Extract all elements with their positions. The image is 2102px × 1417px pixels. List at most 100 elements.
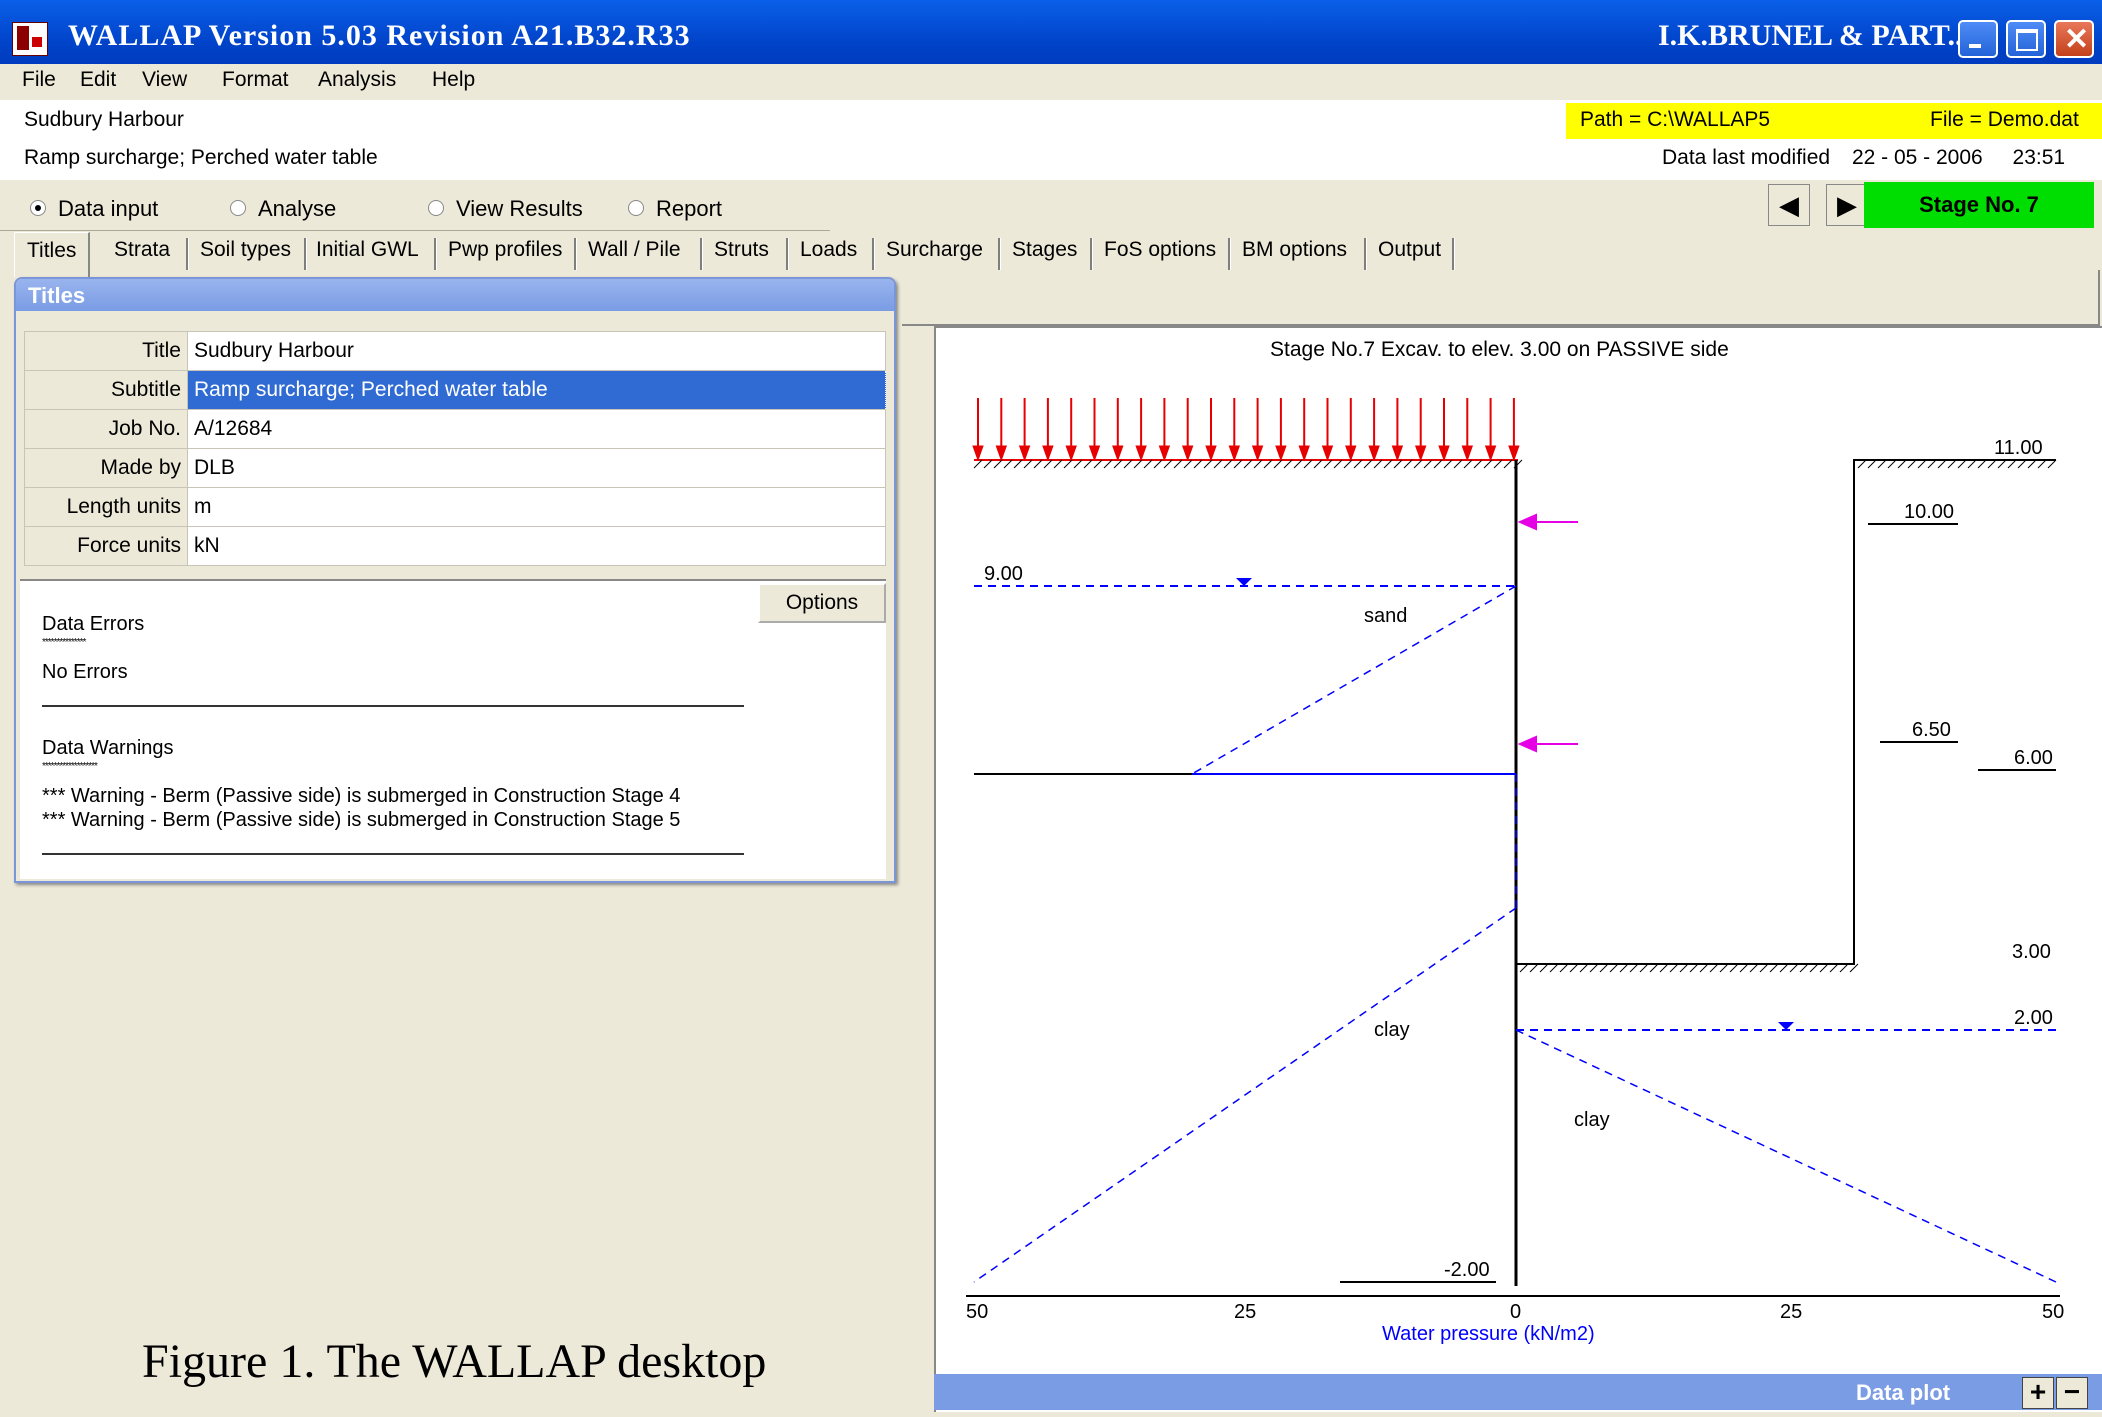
hatch-mark	[1243, 459, 1253, 469]
hatch-mark	[1779, 963, 1789, 973]
menu-file[interactable]: File	[22, 68, 56, 92]
radio-report[interactable]: Report	[628, 196, 722, 222]
tab-stages[interactable]: Stages	[1012, 238, 1077, 262]
left-arrow-icon: ◀	[1779, 190, 1799, 220]
divider	[42, 705, 744, 707]
hatch-mark	[1639, 963, 1649, 973]
field-label: Length units	[24, 487, 188, 527]
minimize-button[interactable]	[1958, 20, 1998, 58]
force-units-field[interactable]: kN	[187, 526, 886, 566]
hatch-mark	[1003, 459, 1013, 469]
hatch-mark	[1799, 963, 1809, 973]
file-text: File = Demo.dat	[1930, 108, 2079, 131]
radio-view-results[interactable]: View Results	[428, 196, 583, 222]
ground-hatch-right	[1519, 459, 2057, 973]
tab-separator	[786, 238, 789, 270]
mode-bar: Data input Analyse View Results Report	[0, 182, 830, 231]
surcharge-arrow-head	[1321, 445, 1334, 462]
hatch-mark	[1967, 459, 1977, 469]
hatch-mark	[1223, 459, 1233, 469]
radio-icon	[428, 200, 444, 217]
table-row: Made by DLB	[24, 448, 886, 488]
tab-output[interactable]: Output	[1378, 238, 1441, 262]
length-units-field[interactable]: m	[187, 487, 886, 527]
radio-data-input[interactable]: Data input	[30, 196, 158, 222]
menu-edit[interactable]: Edit	[80, 68, 116, 92]
surcharge-arrow-head	[1088, 445, 1101, 462]
titles-grid: Title Sudbury Harbour Subtitle Ramp surcha…	[24, 331, 886, 566]
hatch-mark	[1857, 459, 1867, 469]
surcharge-arrow-head	[1438, 445, 1450, 462]
menu-format[interactable]: Format	[222, 68, 289, 92]
hatch-mark	[1103, 459, 1113, 469]
options-button[interactable]: Options	[758, 583, 886, 623]
tab-wall-pile[interactable]: Wall / Pile	[588, 238, 681, 262]
subtitle-field[interactable]: Ramp surcharge; Perched water table	[187, 370, 886, 410]
surcharge-arrow-head	[1158, 445, 1171, 462]
hatch-mark	[1719, 963, 1729, 973]
tab-fos-options[interactable]: FoS options	[1104, 238, 1216, 262]
tab-pwp-profiles[interactable]: Pwp profiles	[448, 238, 562, 262]
hatch-mark	[1493, 459, 1503, 469]
menu-help[interactable]: Help	[432, 68, 475, 92]
elev-label: 2.00	[2014, 1007, 2053, 1029]
minus-icon: −	[2063, 1376, 2081, 1407]
warnings-stars: *******************	[42, 761, 98, 772]
radio-analyse[interactable]: Analyse	[230, 196, 336, 222]
tab-surcharge[interactable]: Surcharge	[886, 238, 983, 262]
hatch-mark	[1323, 459, 1333, 469]
window-title: WALLAP Version 5.03 Revision A21.B32.R33	[68, 19, 691, 52]
tab-struts[interactable]: Struts	[714, 238, 769, 262]
passive-ground-line	[1516, 459, 2056, 965]
project-title: Sudbury Harbour	[24, 108, 184, 131]
soil-label-sand: sand	[1364, 605, 1407, 627]
messages-box: Data Errors *************** No Errors Da…	[20, 579, 886, 879]
minimize-icon	[1969, 44, 1981, 48]
hatch-mark	[1073, 459, 1083, 469]
next-stage-button[interactable]: ▶	[1826, 184, 1868, 226]
zoom-out-button[interactable]: −	[2056, 1377, 2088, 1409]
radio-label: Report	[656, 196, 723, 221]
project-subtitle: Ramp surcharge; Perched water table	[24, 146, 378, 169]
figure-caption: Figure 1. The WALLAP desktop	[142, 1335, 767, 1388]
path-box: Path = C:\WALLAP5 File = Demo.dat	[1566, 103, 2102, 139]
tab-soil-types[interactable]: Soil types	[200, 238, 291, 262]
tick-label: 50	[966, 1301, 988, 1323]
tab-strata[interactable]: Strata	[114, 238, 170, 262]
tab-initial-gwl[interactable]: Initial GWL	[316, 238, 419, 262]
hatch-mark	[1709, 963, 1719, 973]
title-field[interactable]: Sudbury Harbour	[187, 331, 886, 371]
field-label: Job No.	[24, 409, 188, 449]
tick-label: 50	[2042, 1301, 2064, 1323]
pressure-line	[1191, 585, 1517, 775]
water-table-left	[974, 578, 1516, 587]
hatch-mark	[1759, 963, 1769, 973]
app-icon[interactable]	[12, 22, 48, 56]
maximize-button[interactable]	[2006, 20, 2046, 58]
warnings-heading: Data Warnings	[42, 737, 174, 759]
hatch-mark	[1877, 459, 1887, 469]
hatch-mark	[1529, 963, 1539, 973]
radio-icon	[628, 200, 644, 217]
tab-separator	[186, 238, 189, 270]
zoom-in-button[interactable]: +	[2022, 1377, 2054, 1409]
hatch-mark	[1977, 459, 1987, 469]
menu-analysis[interactable]: Analysis	[318, 68, 396, 92]
tab-separator	[1228, 238, 1231, 270]
tab-loads[interactable]: Loads	[800, 238, 857, 262]
water-level-icon	[1236, 578, 1252, 586]
hatch-mark	[1729, 963, 1739, 973]
made-by-field[interactable]: DLB	[187, 448, 886, 488]
elev-label: 10.00	[1904, 501, 1954, 523]
table-row: Length units m	[24, 487, 886, 527]
hatch-mark	[1233, 459, 1243, 469]
close-button[interactable]: ✕	[2054, 20, 2094, 58]
tab-titles[interactable]: Titles	[14, 232, 91, 277]
surcharge-arrow-head	[1251, 445, 1264, 462]
hatch-mark	[1659, 963, 1669, 973]
elev-label: 3.00	[2012, 941, 2051, 963]
menu-view[interactable]: View	[142, 68, 187, 92]
prev-stage-button[interactable]: ◀	[1768, 184, 1810, 226]
job-no-field[interactable]: A/12684	[187, 409, 886, 449]
tab-bm-options[interactable]: BM options	[1242, 238, 1347, 262]
